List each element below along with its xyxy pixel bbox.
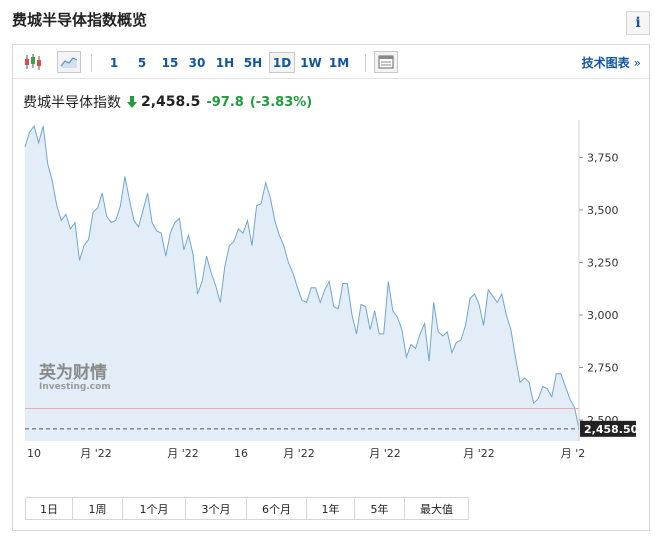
range-5y[interactable]: 5年 (355, 498, 405, 519)
page-title: 费城半导体指数概览 (12, 11, 148, 29)
range-1w[interactable]: 1周 (73, 498, 123, 519)
range-selector: 1日 1周 1个月 3个月 6个月 1年 5年 最大值 (25, 497, 469, 520)
last-price: 2,458.5 (141, 94, 201, 110)
info-button[interactable]: i (626, 11, 650, 35)
toolbar-separator (365, 54, 366, 72)
price-change-percent: (-3.83%) (249, 94, 313, 110)
x-tick-label: 月 '2 (561, 447, 586, 460)
instrument-name: 费城半导体指数 (23, 95, 121, 111)
y-tick-label: 3,500 (587, 204, 619, 217)
last-price-label: 2,458.50 (584, 423, 639, 436)
chart-toolbar: 1 5 15 30 1H 5H 1D 1W 1M 技术图表» (13, 45, 649, 79)
logo-en-text: Investing.com (39, 382, 111, 392)
timeframe-1w[interactable]: 1W (297, 52, 325, 73)
arrow-down-icon (127, 96, 137, 108)
timeframe-15[interactable]: 15 (157, 52, 183, 73)
chart-panel: 1 5 15 30 1H 5H 1D 1W 1M 技术图表» 费城半导体指数 2… (12, 44, 650, 531)
range-1m[interactable]: 1个月 (123, 498, 186, 519)
y-tick-label: 2,750 (587, 362, 619, 375)
table-icon[interactable] (374, 51, 398, 73)
x-tick-label: 10 (27, 447, 41, 460)
x-tick-label: 月 '22 (167, 447, 199, 460)
range-1d[interactable]: 1日 (26, 498, 73, 519)
investing-logo: 英为财情 Investing.com (39, 358, 139, 398)
x-tick-label: 月 '22 (369, 447, 401, 460)
x-tick-label: 月 '22 (80, 447, 112, 460)
x-tick-label: 16 (234, 447, 248, 460)
y-tick-label: 3,000 (587, 309, 619, 322)
timeframe-1[interactable]: 1 (103, 52, 125, 73)
y-tick-label: 3,750 (587, 152, 619, 165)
x-tick-label: 月 '22 (283, 447, 315, 460)
timeframe-5h[interactable]: 5H (240, 52, 266, 73)
logo-cn-text: 英为财情 (39, 363, 107, 383)
range-1y[interactable]: 1年 (307, 498, 355, 519)
y-tick-label: 3,250 (587, 257, 619, 270)
timeframe-1d[interactable]: 1D (269, 52, 295, 73)
candlestick-icon[interactable] (21, 51, 45, 73)
timeframe-5[interactable]: 5 (131, 52, 153, 73)
timeframe-1m[interactable]: 1M (325, 52, 353, 73)
price-chart[interactable]: 3,750 3,500 3,250 3,000 2,750 2,500 2,458.50 10… (13, 120, 649, 460)
timeframe-30[interactable]: 30 (184, 52, 210, 73)
timeframe-1h[interactable]: 1H (212, 52, 238, 73)
toolbar-separator (91, 54, 92, 72)
price-chart-svg[interactable]: 3,7503,5003,2503,0002,7502,5002,458.5010… (13, 120, 649, 460)
range-3m[interactable]: 3个月 (186, 498, 247, 519)
price-change: -97.8 (206, 94, 244, 110)
range-6m[interactable]: 6个月 (247, 498, 307, 519)
quote-line: 费城半导体指数 2,458.5 -97.8 (-3.83%) (23, 92, 312, 112)
area-chart-icon[interactable] (57, 51, 81, 73)
technical-chart-link[interactable]: 技术图表» (582, 54, 641, 71)
double-chevron-right-icon: » (633, 56, 641, 70)
technical-chart-label: 技术图表 (581, 56, 630, 70)
x-tick-label: 月 '22 (463, 447, 495, 460)
range-max[interactable]: 最大值 (405, 498, 468, 519)
